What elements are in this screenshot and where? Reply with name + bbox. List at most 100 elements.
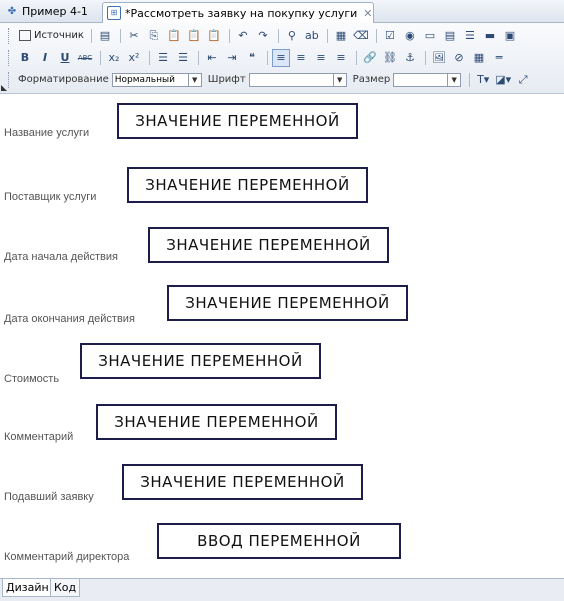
label-director-comment: Комментарий директора [4,551,130,563]
editor-tab-bar: ✤ Пример 4-1 ⊞ *Рассмотреть заявку на по… [0,0,564,23]
chevron-down-icon[interactable]: ▼ [332,73,346,86]
size-select[interactable]: ▼ [393,72,462,87]
toolbar-row-3: Форматирование Нормальный ▼ Шрифт ▼ Разм… [8,69,534,90]
example-icon: ✤ [7,5,17,17]
replace-icon[interactable]: ab [303,27,321,45]
bold-icon[interactable]: B [16,49,34,67]
bullet-list-icon[interactable]: ☰ [174,49,192,67]
toolbar-row-1: Источник ▤ ✂ ⎘ 📋 📋 📋 ↶ ↷ ⚲ ab ▦ ⌫ ☑ ◉ ▭ … [8,25,521,46]
collapse-toolbar-icon[interactable] [1,85,7,91]
align-left-icon[interactable]: ≡ [272,48,290,67]
text-color-icon[interactable]: T▾ [474,71,492,89]
source-button[interactable]: Источник [16,27,87,45]
tab-label: *Рассмотреть заявку на покупку услуги [125,6,358,20]
hr-icon[interactable]: ═ [490,49,508,67]
indent-icon[interactable]: ⇥ [223,49,241,67]
format-select[interactable]: Нормальный ▼ [111,72,202,87]
format-value: Нормальный [114,74,175,85]
toolbar-grip[interactable] [8,49,12,66]
image-icon[interactable]: 🖼 [430,49,448,67]
tab-design[interactable]: Дизайн [2,579,53,597]
textfield-icon[interactable]: ▭ [421,27,439,45]
maximize-icon[interactable]: ⤢ [514,71,532,89]
flash-icon[interactable]: ⊘ [450,49,468,67]
value-start-date[interactable]: ЗНАЧЕНИЕ ПЕРЕМЕННОЙ [148,227,389,263]
radio-icon[interactable]: ◉ [401,27,419,45]
subscript-icon[interactable]: x₂ [105,49,123,67]
separator [469,72,471,87]
font-label: Шрифт [207,74,246,85]
source-label: Источник [34,30,84,41]
editor-toolbar: Источник ▤ ✂ ⎘ 📋 📋 📋 ↶ ↷ ⚲ ab ▦ ⌫ ☑ ◉ ▭ … [0,23,564,94]
toolbar-grip[interactable] [8,71,12,88]
superscript-icon[interactable]: x² [125,49,143,67]
strike-icon[interactable]: ABC [76,49,94,67]
link-icon[interactable]: 🔗 [361,49,379,67]
value-comment[interactable]: ЗНАЧЕНИЕ ПЕРЕМЕННОЙ [96,404,337,440]
anchor-icon[interactable]: ⚓ [401,49,419,67]
numbered-list-icon[interactable]: ☰ [154,49,172,67]
underline-icon[interactable]: U [56,49,74,67]
value-service-name[interactable]: ЗНАЧЕНИЕ ПЕРЕМЕННОЙ [117,103,358,139]
separator [356,50,357,65]
tab-review-request[interactable]: ⊞ *Рассмотреть заявку на покупку услуги … [102,2,374,23]
label-start-date: Дата начала действия [4,251,118,263]
document-icon[interactable]: ▤ [96,27,114,45]
view-tab-bar: Дизайн Код [0,578,564,601]
paste-icon[interactable]: 📋 [165,27,183,45]
tab-label: Пример 4-1 [22,5,88,18]
size-label: Размер [352,74,391,85]
textarea-icon[interactable]: ▤ [441,27,459,45]
value-end-date[interactable]: ЗНАЧЕНИЕ ПЕРЕМЕННОЙ [167,285,408,321]
tab-example[interactable]: ✤ Пример 4-1 [2,2,100,21]
button-icon[interactable]: ▬ [481,27,499,45]
label-end-date: Дата окончания действия [4,313,135,325]
label-cost: Стоимость [4,373,60,385]
align-justify-icon[interactable]: ≡ [332,49,350,67]
table-icon[interactable]: ▦ [470,49,488,67]
chevron-down-icon[interactable]: ▼ [447,73,460,86]
separator [375,28,377,43]
separator [425,50,426,65]
align-right-icon[interactable]: ≡ [312,49,330,67]
label-service-name: Название услуги [4,127,90,139]
font-select[interactable]: ▼ [248,72,347,87]
align-center-icon[interactable]: ≡ [292,49,310,67]
undo-icon[interactable]: ↶ [234,27,252,45]
chevron-down-icon[interactable]: ▼ [187,73,201,86]
select-icon[interactable]: ☰ [461,27,479,45]
tab-code[interactable]: Код [50,579,81,597]
toolbar-row-2: B I U ABC x₂ x² ☰ ☰ ⇤ ⇥ ❝ ≡ ≡ ≡ ≡ 🔗 ⛓ ⚓ … [8,47,510,68]
checkbox-icon[interactable]: ☑ [381,27,399,45]
separator [90,28,92,43]
separator [119,28,121,43]
cut-icon[interactable]: ✂ [125,27,143,45]
toolbar-grip[interactable] [8,27,12,44]
separator [326,28,328,43]
blockquote-icon[interactable]: ❝ [243,49,261,67]
separator [198,50,199,65]
eraser-icon[interactable]: ⌫ [352,27,370,45]
paste-word-icon[interactable]: 📋 [205,27,223,45]
image-button-icon[interactable]: ▣ [501,27,519,45]
find-icon[interactable]: ⚲ [283,27,301,45]
outdent-icon[interactable]: ⇤ [203,49,221,67]
close-icon[interactable]: ✕ [363,7,372,20]
value-service-provider[interactable]: ЗНАЧЕНИЕ ПЕРЕМЕННОЙ [127,167,368,203]
copy-icon[interactable]: ⎘ [145,27,163,45]
select-all-icon[interactable]: ▦ [332,27,350,45]
redo-icon[interactable]: ↷ [254,27,272,45]
input-director-comment[interactable]: ВВОД ПЕРЕМЕННОЙ [157,523,401,559]
separator [267,50,268,65]
background-color-icon[interactable]: ◪▾ [494,71,512,89]
unlink-icon[interactable]: ⛓ [381,49,399,67]
paste-text-icon[interactable]: 📋 [185,27,203,45]
separator [277,28,279,43]
value-applicant[interactable]: ЗНАЧЕНИЕ ПЕРЕМЕННОЙ [122,464,363,500]
design-area[interactable]: Название услуги ЗНАЧЕНИЕ ПЕРЕМЕННОЙ Пост… [0,94,564,578]
italic-icon[interactable]: I [36,49,54,67]
value-cost[interactable]: ЗНАЧЕНИЕ ПЕРЕМЕННОЙ [80,343,321,379]
label-applicant: Подавший заявку [4,491,94,503]
separator [149,50,150,65]
label-comment: Комментарий [4,431,74,443]
